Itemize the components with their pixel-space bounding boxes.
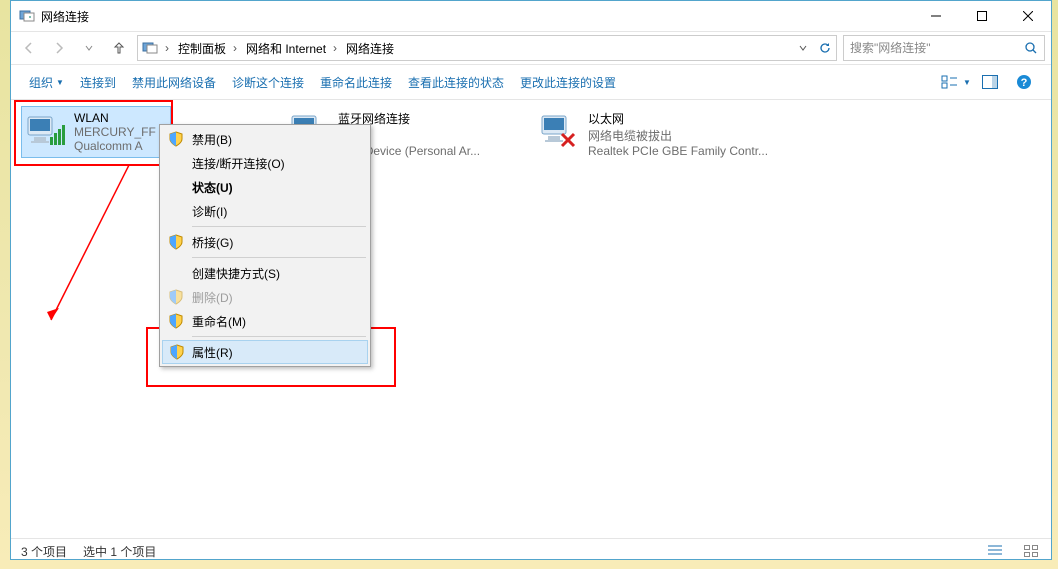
menu-create-shortcut[interactable]: 创建快捷方式(S) <box>162 261 368 285</box>
menu-connect-disconnect[interactable]: 连接/断开连接(O) <box>162 151 368 175</box>
refresh-button[interactable] <box>814 37 836 59</box>
annotation-arrow <box>29 160 149 340</box>
breadcrumb-segment[interactable]: 网络和 Internet <box>240 37 330 59</box>
control-panel-icon <box>142 40 158 56</box>
item-count: 3 个项目 <box>21 543 67 560</box>
breadcrumb-label: 网络和 Internet <box>246 40 326 57</box>
menu-rename[interactable]: 重命名(M) <box>162 309 368 333</box>
menu-diagnose[interactable]: 诊断(I) <box>162 199 368 223</box>
view-status-button[interactable]: 查看此连接的状态 <box>400 70 512 94</box>
titlebar: 网络连接 <box>11 1 1051 32</box>
status-bar: 3 个项目 选中 1 个项目 <box>11 538 1051 563</box>
details-view-button[interactable] <box>985 543 1005 559</box>
menu-properties[interactable]: 属性(R) <box>162 340 368 364</box>
up-button[interactable] <box>107 36 131 60</box>
search-input[interactable] <box>844 41 1018 55</box>
chevron-right-icon[interactable]: › <box>330 41 340 55</box>
menu-bridge[interactable]: 桥接(G) <box>162 230 368 254</box>
shield-icon <box>168 234 184 250</box>
selected-count: 选中 1 个项目 <box>83 543 156 560</box>
diagnose-button[interactable]: 诊断这个连接 <box>224 70 312 94</box>
shield-icon <box>168 289 184 305</box>
connection-device: Realtek PCIe GBE Family Contr... <box>588 144 768 158</box>
network-connections-window: 网络连接 › 控制面板 › 网络和 Internet › 网络连接 <box>10 0 1052 560</box>
organize-button[interactable]: 组织▼ <box>21 70 72 94</box>
menu-status[interactable]: 状态(U) <box>162 175 368 199</box>
svg-text:?: ? <box>1021 77 1028 89</box>
maximize-button[interactable] <box>959 1 1005 31</box>
large-icons-view-button[interactable] <box>1021 543 1041 559</box>
connection-name: 以太网 <box>588 110 768 127</box>
disable-device-button[interactable]: 禁用此网络设备 <box>124 70 224 94</box>
breadcrumb-label: 控制面板 <box>178 40 226 57</box>
content-area[interactable]: WLAN MERCURY_FF Qualcomm A 蓝牙网络连接 接 ooth… <box>11 100 1051 538</box>
view-options-button[interactable]: ▼ <box>939 70 973 94</box>
breadcrumb-segment[interactable]: 网络连接 <box>340 37 398 59</box>
menu-separator <box>192 336 366 337</box>
connection-status: MERCURY_FF <box>74 125 156 139</box>
menu-disable[interactable]: 禁用(B) <box>162 127 368 151</box>
network-adapter-icon <box>26 111 66 151</box>
recent-dropdown[interactable] <box>77 36 101 60</box>
rename-button[interactable]: 重命名此连接 <box>312 70 400 94</box>
forward-button[interactable] <box>47 36 71 60</box>
chevron-right-icon[interactable]: › <box>230 41 240 55</box>
help-button[interactable]: ? <box>1007 70 1041 94</box>
search-box[interactable] <box>843 35 1045 61</box>
shield-icon <box>168 313 184 329</box>
connection-status: 网络电缆被拔出 <box>588 127 768 144</box>
chevron-right-icon[interactable]: › <box>162 41 172 55</box>
connect-to-button[interactable]: 连接到 <box>72 70 124 94</box>
address-bar[interactable]: › 控制面板 › 网络和 Internet › 网络连接 <box>137 35 837 61</box>
menu-delete: 删除(D) <box>162 285 368 309</box>
change-settings-button[interactable]: 更改此连接的设置 <box>512 70 624 94</box>
address-row: › 控制面板 › 网络和 Internet › 网络连接 <box>11 32 1051 65</box>
connection-device: Qualcomm A <box>74 139 156 153</box>
connection-name: WLAN <box>74 111 156 125</box>
network-adapter-icon <box>540 110 580 150</box>
preview-pane-button[interactable] <box>973 70 1007 94</box>
app-icon <box>19 8 35 24</box>
context-menu: 禁用(B) 连接/断开连接(O) 状态(U) 诊断(I) 桥接(G) 创建快捷方… <box>159 124 371 367</box>
breadcrumb-label: 网络连接 <box>346 40 394 57</box>
minimize-button[interactable] <box>913 1 959 31</box>
search-button[interactable] <box>1018 37 1044 59</box>
close-button[interactable] <box>1005 1 1051 31</box>
menu-separator <box>192 257 366 258</box>
command-bar: 组织▼ 连接到 禁用此网络设备 诊断这个连接 重命名此连接 查看此连接的状态 更… <box>11 65 1051 100</box>
shield-icon <box>169 344 185 360</box>
address-dropdown-button[interactable] <box>792 37 814 59</box>
connection-wlan[interactable]: WLAN MERCURY_FF Qualcomm A <box>21 106 171 158</box>
connection-ethernet[interactable]: 以太网 网络电缆被拔出 Realtek PCIe GBE Family Cont… <box>536 106 794 162</box>
menu-separator <box>192 226 366 227</box>
window-title: 网络连接 <box>41 8 89 25</box>
back-button[interactable] <box>17 36 41 60</box>
shield-icon <box>168 131 184 147</box>
breadcrumb-segment[interactable]: 控制面板 <box>172 37 230 59</box>
